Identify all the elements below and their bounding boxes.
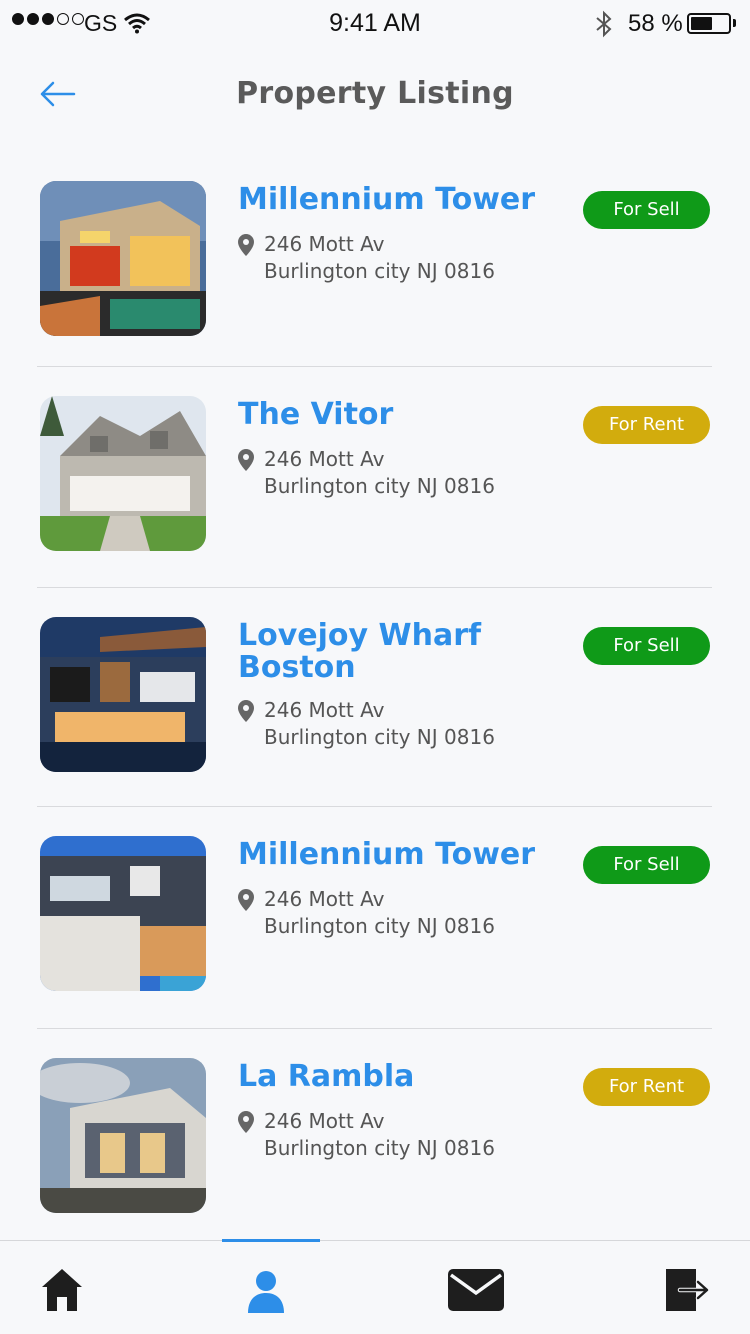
- battery-percentage: 58 %: [628, 10, 683, 37]
- divider: [37, 1028, 712, 1029]
- tab-profile[interactable]: [190, 1241, 340, 1334]
- address-city: Burlington city NJ 0816: [264, 474, 495, 498]
- property-address: 246 Mott Av Burlington city NJ 0816: [238, 1108, 558, 1162]
- status-badge[interactable]: For Rent: [583, 1068, 710, 1106]
- logout-icon: [666, 1269, 710, 1311]
- address-street: 246 Mott Av: [264, 447, 385, 471]
- property-card[interactable]: Millennium Tower 246 Mott Av Burlington …: [38, 836, 712, 991]
- status-badge[interactable]: For Sell: [583, 627, 710, 665]
- property-address: 246 Mott Av Burlington city NJ 0816: [238, 231, 558, 285]
- property-name[interactable]: La Rambla: [238, 1061, 568, 1093]
- location-pin-icon: [238, 1111, 254, 1133]
- tab-home[interactable]: [0, 1241, 150, 1334]
- property-name[interactable]: Millennium Tower: [238, 184, 568, 216]
- address-city: Burlington city NJ 0816: [264, 914, 495, 938]
- tab-logout[interactable]: [600, 1241, 750, 1334]
- property-photo: [40, 396, 206, 551]
- property-card[interactable]: Millennium Tower 246 Mott Av Burlington …: [38, 181, 712, 336]
- property-address: 246 Mott Av Burlington city NJ 0816: [238, 446, 558, 500]
- property-address: 246 Mott Av Burlington city NJ 0816: [238, 886, 558, 940]
- battery-icon: [687, 13, 731, 34]
- status-bar: GS 9:41 AM 58 %: [0, 0, 750, 48]
- property-photo: [40, 181, 206, 336]
- property-card[interactable]: The Vitor 246 Mott Av Burlington city NJ…: [38, 396, 712, 551]
- address-city: Burlington city NJ 0816: [264, 1136, 495, 1160]
- property-name[interactable]: Lovejoy Wharf Boston: [238, 620, 568, 684]
- divider: [37, 366, 712, 367]
- property-address: 246 Mott Av Burlington city NJ 0816: [238, 697, 558, 751]
- property-card[interactable]: Lovejoy Wharf Boston 246 Mott Av Burling…: [38, 617, 712, 772]
- bottom-tab-bar: [0, 1239, 750, 1334]
- location-pin-icon: [238, 889, 254, 911]
- page-title: Property Listing: [236, 76, 514, 111]
- status-badge[interactable]: For Sell: [583, 846, 710, 884]
- property-name[interactable]: The Vitor: [238, 399, 568, 431]
- property-photo: [40, 617, 206, 772]
- bluetooth-icon: [596, 10, 612, 38]
- property-photo: [40, 836, 206, 991]
- profile-icon: [248, 1271, 284, 1313]
- divider: [37, 587, 712, 588]
- property-photo: [40, 1058, 206, 1213]
- location-pin-icon: [238, 449, 254, 471]
- tab-messages[interactable]: [400, 1241, 550, 1334]
- location-pin-icon: [238, 234, 254, 256]
- divider: [37, 806, 712, 807]
- address-city: Burlington city NJ 0816: [264, 725, 495, 749]
- address-street: 246 Mott Av: [264, 1109, 385, 1133]
- status-badge[interactable]: For Sell: [583, 191, 710, 229]
- status-badge[interactable]: For Rent: [583, 406, 710, 444]
- mail-icon: [448, 1269, 504, 1311]
- property-card[interactable]: La Rambla 246 Mott Av Burlington city NJ…: [38, 1058, 712, 1213]
- home-icon: [42, 1269, 82, 1311]
- address-street: 246 Mott Av: [264, 698, 385, 722]
- address-city: Burlington city NJ 0816: [264, 259, 495, 283]
- location-pin-icon: [238, 700, 254, 722]
- property-name[interactable]: Millennium Tower: [238, 839, 568, 871]
- address-street: 246 Mott Av: [264, 232, 385, 256]
- address-street: 246 Mott Av: [264, 887, 385, 911]
